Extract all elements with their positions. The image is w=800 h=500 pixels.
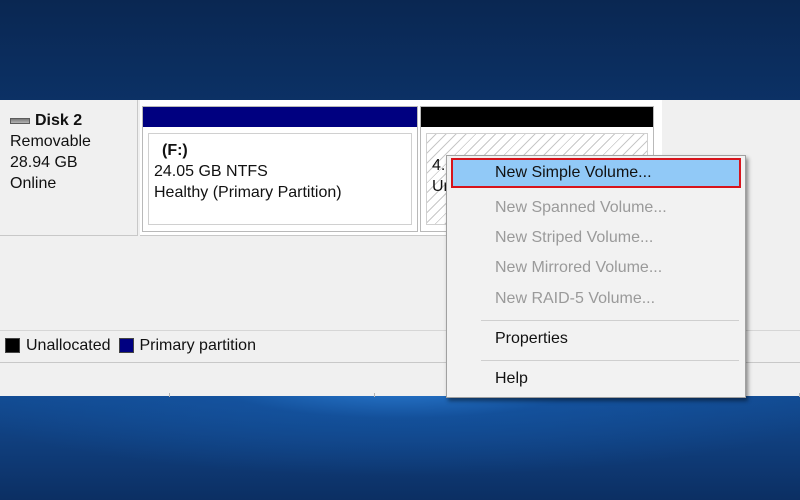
- partition-f-details: (F:) 24.05 GB NTFS Healthy (Primary Part…: [148, 133, 412, 225]
- disk-info-panel[interactable]: Disk 2 Removable 28.94 GB Online: [0, 100, 138, 236]
- primary-partition-swatch: [118, 338, 134, 353]
- disk-status: Online: [10, 175, 57, 192]
- disk-name: Disk 2: [35, 112, 83, 129]
- menu-item-new-mirrored-volume[interactable]: New Mirrored Volume...: [451, 253, 741, 283]
- menu-item-new-simple-volume[interactable]: New Simple Volume...: [451, 158, 741, 188]
- partition-status: Healthy (Primary Partition): [154, 184, 342, 201]
- menu-separator: [481, 320, 739, 321]
- disk-icon: [10, 117, 30, 124]
- partition-f[interactable]: (F:) 24.05 GB NTFS Healthy (Primary Part…: [142, 106, 418, 232]
- unallocated-swatch: [5, 338, 20, 353]
- context-menu: New Simple Volume... New Spanned Volume.…: [446, 155, 746, 398]
- legend-unallocated: Unallocated: [26, 336, 111, 354]
- partition-name: (F:): [162, 142, 188, 159]
- menu-item-new-raid5-volume[interactable]: New RAID-5 Volume...: [451, 284, 741, 314]
- legend-primary: Primary partition: [139, 336, 256, 354]
- menu-separator: [481, 360, 739, 361]
- status-cell: [170, 393, 375, 397]
- primary-partition-bar: [143, 107, 417, 127]
- unallocated-bar: [421, 107, 653, 127]
- menu-item-properties[interactable]: Properties: [451, 324, 741, 354]
- desktop-background: [0, 380, 800, 500]
- status-cell: [0, 393, 170, 397]
- disk-size: 28.94 GB: [10, 154, 78, 171]
- partition-size: 24.05 GB NTFS: [154, 163, 268, 180]
- menu-item-new-striped-volume[interactable]: New Striped Volume...: [451, 223, 741, 253]
- menu-item-help[interactable]: Help: [451, 364, 741, 394]
- disk-type: Removable: [10, 133, 91, 150]
- disk-title: Disk 2: [10, 110, 137, 131]
- menu-item-new-spanned-volume[interactable]: New Spanned Volume...: [451, 193, 741, 223]
